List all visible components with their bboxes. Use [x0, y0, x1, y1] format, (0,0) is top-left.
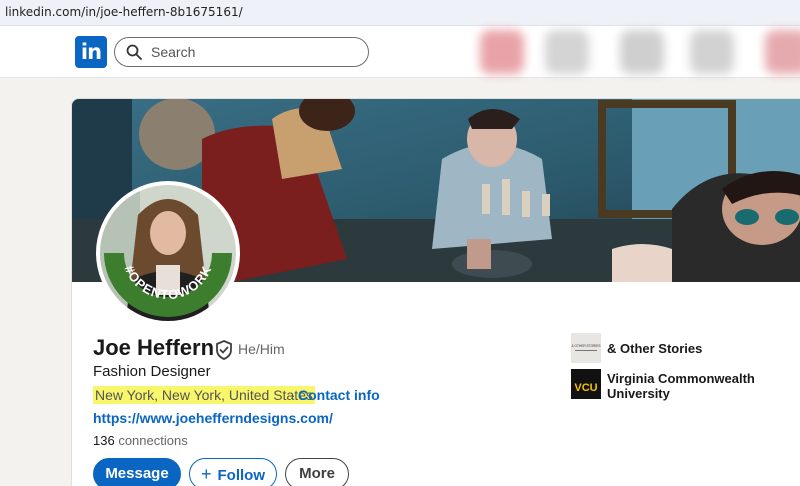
connections-count[interactable]: 136 connections	[93, 433, 188, 448]
profile-photo[interactable]: #OPENTOWORK	[96, 181, 240, 325]
pronouns: He/Him	[238, 341, 285, 357]
connections-number: 136	[93, 433, 115, 448]
profile-card: #OPENTOWORK Joe Heffern He/Him Fashion D…	[71, 98, 800, 486]
nav-network-icon[interactable]	[545, 30, 589, 74]
nav-jobs-icon[interactable]	[620, 30, 664, 74]
search-placeholder: Search	[151, 44, 196, 60]
top-nav-bar: in Search	[0, 26, 800, 78]
message-button[interactable]: Message	[93, 458, 181, 486]
more-button[interactable]: More	[285, 458, 349, 486]
search-input[interactable]: Search	[114, 37, 369, 67]
plus-icon: +	[200, 464, 212, 484]
location: New York, New York, United States	[93, 386, 315, 404]
headline: Fashion Designer	[93, 363, 211, 380]
search-icon	[126, 44, 142, 60]
separator-dot: ·	[291, 387, 296, 403]
connections-label: connections	[118, 433, 188, 448]
linkedin-logo-icon[interactable]: in	[75, 36, 107, 68]
follow-label: Follow	[217, 467, 266, 484]
contact-info-link[interactable]: Contact info	[298, 387, 380, 403]
profile-name: Joe Heffern	[93, 335, 215, 360]
nav-notifications-icon[interactable]	[765, 30, 800, 74]
vcu-logo-text: VCU	[574, 382, 597, 394]
education-name: Virginia Commonwealth University	[607, 371, 755, 401]
nav-messaging-icon[interactable]	[690, 30, 734, 74]
avatar: #OPENTOWORK	[100, 185, 236, 321]
website-link[interactable]: https://www.joehefferndesigns.com/	[93, 410, 333, 426]
browser-address-bar[interactable]: linkedin.com/in/joe-heffern-8b1675161/	[0, 0, 800, 26]
url-text[interactable]: linkedin.com/in/joe-heffern-8b1675161/	[5, 5, 243, 19]
follow-button[interactable]: + Follow	[189, 458, 277, 486]
other-stories-logo-icon: & OTHER STORIES	[571, 333, 601, 363]
verified-shield-icon[interactable]	[215, 340, 233, 360]
nav-home-icon[interactable]	[480, 30, 524, 74]
vcu-logo-icon: VCU	[571, 369, 601, 399]
other-stories-logo-text: & OTHER STORIES	[572, 344, 601, 348]
experience-name: & Other Stories	[607, 341, 703, 356]
